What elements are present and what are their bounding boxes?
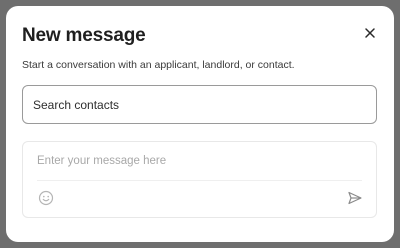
message-input[interactable] [37, 151, 359, 171]
new-message-dialog: New message Start a conversation with an… [6, 6, 394, 242]
send-button[interactable] [346, 189, 364, 207]
close-icon [365, 28, 375, 38]
search-contacts-input[interactable] [22, 85, 377, 124]
message-composer [22, 141, 377, 218]
composer-divider [37, 180, 362, 181]
emoji-button[interactable] [37, 189, 55, 207]
smiley-face-icon [38, 190, 54, 206]
dialog-subtitle: Start a conversation with an applicant, … [22, 59, 295, 71]
close-button[interactable] [363, 26, 377, 40]
send-icon [348, 191, 362, 205]
dialog-title: New message [22, 25, 146, 46]
